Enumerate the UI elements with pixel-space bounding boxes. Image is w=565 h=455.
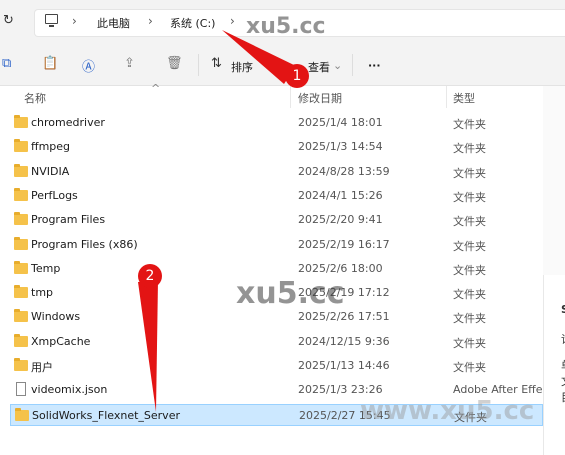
watermark: xu5.cc: [236, 276, 345, 311]
watermark: www.xu5.cc: [360, 396, 535, 426]
annotation-badge-1: 1: [285, 64, 309, 88]
annotation-arrow-2: [138, 280, 158, 412]
annotation-badge-2: 2: [138, 264, 162, 288]
watermark: xu5.cc: [246, 14, 326, 39]
annotation-arrows: [138, 30, 296, 412]
